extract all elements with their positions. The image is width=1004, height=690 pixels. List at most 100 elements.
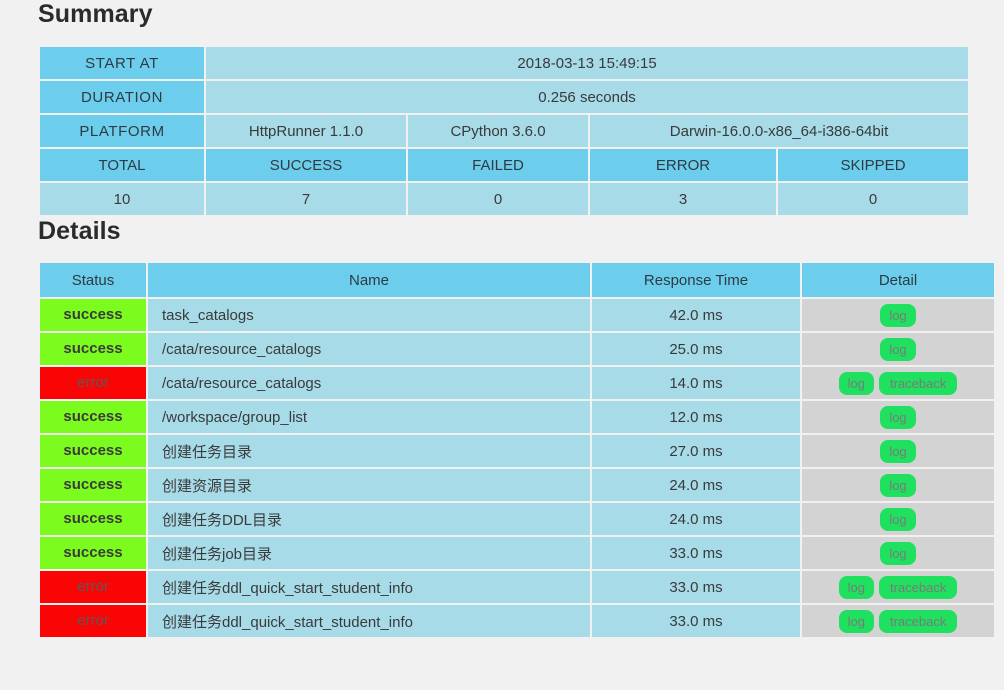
- status-badge: error: [40, 571, 146, 603]
- traceback-button[interactable]: traceback: [878, 371, 958, 395]
- response-time: 24.0 ms: [592, 469, 800, 501]
- table-row: success/cata/resource_catalogs 25.0 ms log: [40, 333, 994, 365]
- detail-cell: log: [802, 299, 994, 331]
- summary-label-platform: PLATFORM: [40, 115, 204, 147]
- detail-cell: log traceback: [802, 605, 994, 637]
- details-table-body: success task_catalogs 42.0 ms log success/ca…: [40, 299, 994, 637]
- summary-value-failed: 0: [408, 183, 588, 215]
- detail-cell: log traceback: [802, 367, 994, 399]
- detail-buttons: log traceback: [802, 367, 994, 399]
- test-case-name: /workspace/group_list: [148, 401, 590, 433]
- table-row: success 创建任务job目录 33.0 ms log: [40, 537, 994, 569]
- status-cell: error: [40, 605, 146, 637]
- summary-row-stats-values: 10 7 0 3 0: [40, 183, 969, 215]
- log-button[interactable]: log: [838, 371, 874, 395]
- details-heading: Details: [38, 217, 121, 245]
- status-cell: error: [40, 367, 146, 399]
- status-cell: success: [40, 537, 146, 569]
- status-badge: error: [40, 367, 146, 399]
- log-button[interactable]: log: [880, 439, 916, 463]
- summary-value-total: 10: [40, 183, 204, 215]
- summary-header-error: ERROR: [590, 149, 776, 181]
- detail-cell: log: [802, 503, 994, 535]
- response-time: 33.0 ms: [592, 571, 800, 603]
- report-page: Summary START AT 2018-03-13 15:49:15 DUR…: [0, 0, 1004, 690]
- detail-buttons: log: [802, 333, 994, 365]
- summary-table: START AT 2018-03-13 15:49:15 DURATION 0.…: [38, 45, 970, 217]
- summary-row-platform: PLATFORM HttpRunner 1.1.0 CPython 3.6.0 …: [40, 115, 969, 147]
- status-badge: success: [40, 503, 146, 535]
- response-time: 25.0 ms: [592, 333, 800, 365]
- summary-value-duration: 0.256 seconds: [206, 81, 969, 113]
- detail-cell: log: [802, 401, 994, 433]
- response-time: 42.0 ms: [592, 299, 800, 331]
- test-case-name: 创建任务DDL目录: [148, 503, 590, 535]
- table-row: success/workspace/group_list 12.0 ms log: [40, 401, 994, 433]
- status-badge: error: [40, 605, 146, 637]
- summary-table-body: START AT 2018-03-13 15:49:15 DURATION 0.…: [40, 47, 969, 215]
- summary-value-python: CPython 3.6.0: [408, 115, 588, 147]
- summary-value-httprunner: HttpRunner 1.1.0: [206, 115, 406, 147]
- log-button[interactable]: log: [880, 405, 916, 429]
- test-case-name: 创建任务ddl_quick_start_student_info: [148, 605, 590, 637]
- details-table: Status Name Response Time Detail success…: [38, 261, 996, 639]
- detail-cell: log: [802, 435, 994, 467]
- detail-cell: log: [802, 469, 994, 501]
- detail-cell: log traceback: [802, 571, 994, 603]
- table-row: error 创建任务ddl_quick_start_student_info 33.…: [40, 605, 994, 637]
- summary-value-error: 3: [590, 183, 776, 215]
- response-time: 33.0 ms: [592, 605, 800, 637]
- status-cell: success: [40, 299, 146, 331]
- log-button[interactable]: log: [880, 541, 916, 565]
- status-cell: success: [40, 435, 146, 467]
- summary-header-skipped: SKIPPED: [778, 149, 969, 181]
- log-button[interactable]: log: [838, 575, 874, 599]
- response-time: 14.0 ms: [592, 367, 800, 399]
- details-header-row: Status Name Response Time Detail: [40, 263, 994, 297]
- log-button[interactable]: log: [880, 507, 916, 531]
- detail-buttons: log: [802, 503, 994, 535]
- summary-value-os: Darwin-16.0.0-x86_64-i386-64bit: [590, 115, 969, 147]
- summary-value-success: 7: [206, 183, 406, 215]
- detail-buttons: log: [802, 435, 994, 467]
- details-table-head: Status Name Response Time Detail: [40, 263, 994, 297]
- test-case-name: /cata/resource_catalogs: [148, 333, 590, 365]
- table-row: success task_catalogs 42.0 ms log: [40, 299, 994, 331]
- response-time: 33.0 ms: [592, 537, 800, 569]
- status-cell: success: [40, 503, 146, 535]
- status-badge: success: [40, 537, 146, 569]
- traceback-button[interactable]: traceback: [878, 575, 958, 599]
- table-row: success 创建资源目录 24.0 ms log: [40, 469, 994, 501]
- summary-row-duration: DURATION 0.256 seconds: [40, 81, 969, 113]
- status-cell: success: [40, 401, 146, 433]
- test-case-name: task_catalogs: [148, 299, 590, 331]
- summary-heading: Summary: [38, 0, 153, 28]
- status-badge: success: [40, 469, 146, 501]
- details-header-status: Status: [40, 263, 146, 297]
- detail-cell: log: [802, 537, 994, 569]
- details-header-response-time: Response Time: [592, 263, 800, 297]
- summary-value-start-at: 2018-03-13 15:49:15: [206, 47, 969, 79]
- test-case-name: 创建任务job目录: [148, 537, 590, 569]
- summary-label-duration: DURATION: [40, 81, 204, 113]
- details-header-name: Name: [148, 263, 590, 297]
- status-cell: success: [40, 469, 146, 501]
- table-row: error/cata/resource_catalogs 14.0 ms log tr…: [40, 367, 994, 399]
- status-badge: success: [40, 333, 146, 365]
- summary-header-total: TOTAL: [40, 149, 204, 181]
- detail-buttons: log: [802, 537, 994, 569]
- traceback-button[interactable]: traceback: [878, 609, 958, 633]
- summary-header-success: SUCCESS: [206, 149, 406, 181]
- status-badge: success: [40, 435, 146, 467]
- detail-buttons: log: [802, 401, 994, 433]
- response-time: 12.0 ms: [592, 401, 800, 433]
- summary-header-failed: FAILED: [408, 149, 588, 181]
- log-button[interactable]: log: [880, 473, 916, 497]
- log-button[interactable]: log: [880, 303, 916, 327]
- log-button[interactable]: log: [838, 609, 874, 633]
- status-badge: success: [40, 401, 146, 433]
- summary-row-start-at: START AT 2018-03-13 15:49:15: [40, 47, 969, 79]
- status-cell: error: [40, 571, 146, 603]
- log-button[interactable]: log: [880, 337, 916, 361]
- detail-buttons: log: [802, 299, 994, 331]
